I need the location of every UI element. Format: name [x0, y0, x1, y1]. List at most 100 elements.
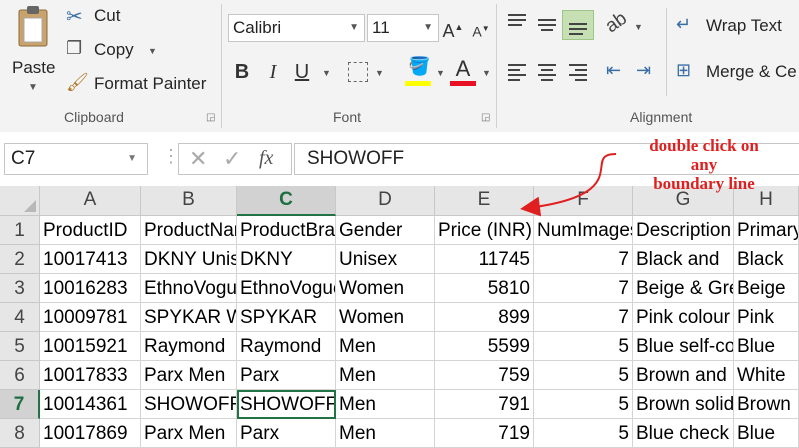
row-header-5[interactable]: 5 — [0, 332, 40, 361]
insert-function-icon[interactable]: fx — [259, 147, 273, 170]
copy-button[interactable]: ❐ Copy ▼ — [66, 38, 166, 64]
paste-button[interactable]: Paste ▼ — [4, 2, 60, 102]
table-cell[interactable]: Parx Men — [141, 419, 237, 448]
chevron-down-icon[interactable]: ▼ — [634, 22, 643, 32]
table-cell[interactable]: 5 — [534, 390, 633, 419]
name-box[interactable]: C7 ▼ — [4, 143, 148, 175]
table-cell[interactable]: PrimaryColor — [734, 216, 799, 245]
shrink-font-button[interactable]: A▼ — [470, 14, 492, 47]
table-cell[interactable]: 5 — [534, 361, 633, 390]
table-cell[interactable]: Black — [734, 245, 799, 274]
table-cell[interactable]: 10009781 — [40, 303, 141, 332]
enter-icon[interactable]: ✓ — [223, 146, 241, 172]
table-cell[interactable]: Parx — [237, 419, 336, 448]
table-cell[interactable]: Parx — [237, 361, 336, 390]
table-cell[interactable]: 7 — [534, 303, 633, 332]
align-right-icon[interactable] — [567, 62, 589, 82]
table-cell[interactable]: Price (INR) — [435, 216, 534, 245]
row-header-7[interactable]: 7 — [0, 390, 40, 419]
underline-button[interactable]: U — [292, 57, 312, 87]
select-all-corner[interactable] — [0, 186, 40, 216]
table-cell[interactable]: 10017413 — [40, 245, 141, 274]
table-cell[interactable]: 899 — [435, 303, 534, 332]
column-header-b[interactable]: B — [141, 186, 237, 216]
table-cell[interactable]: Parx Men — [141, 361, 237, 390]
table-cell[interactable]: 7 — [534, 274, 633, 303]
table-cell[interactable]: Brown and — [633, 361, 734, 390]
table-cell[interactable]: Beige — [734, 274, 799, 303]
row-header-3[interactable]: 3 — [0, 274, 40, 303]
align-top-icon[interactable] — [506, 12, 528, 32]
table-cell[interactable]: 5599 — [435, 332, 534, 361]
table-cell[interactable]: ProductBrand — [237, 216, 336, 245]
table-cell[interactable]: Beige & Grey — [633, 274, 734, 303]
chevron-down-icon[interactable]: ▼ — [375, 68, 384, 78]
active-cell[interactable]: SHOWOFF — [237, 390, 336, 419]
orientation-icon[interactable]: ab — [602, 8, 632, 38]
table-cell[interactable]: Raymond — [141, 332, 237, 361]
table-cell[interactable]: White — [734, 361, 799, 390]
bold-button[interactable]: B — [232, 57, 252, 87]
table-cell[interactable]: Pink — [734, 303, 799, 332]
table-cell[interactable]: Description — [633, 216, 734, 245]
table-cell[interactable]: SPYKAR — [237, 303, 336, 332]
font-color-button[interactable]: A — [449, 54, 477, 88]
table-cell[interactable]: SPYKAR Women — [141, 303, 237, 332]
table-cell[interactable]: Gender — [336, 216, 435, 245]
table-cell[interactable]: 5 — [534, 332, 633, 361]
table-cell[interactable]: ProductName — [141, 216, 237, 245]
table-cell[interactable]: DKNY Unisex — [141, 245, 237, 274]
table-cell[interactable]: Brown solid — [633, 390, 734, 419]
align-left-icon[interactable] — [506, 62, 528, 82]
table-cell[interactable]: 759 — [435, 361, 534, 390]
table-cell[interactable]: NumImages — [534, 216, 633, 245]
italic-button[interactable]: I — [263, 57, 283, 87]
table-cell[interactable]: Blue — [734, 332, 799, 361]
table-cell[interactable]: 7 — [534, 245, 633, 274]
column-header-c[interactable]: C — [237, 186, 336, 216]
row-header-4[interactable]: 4 — [0, 303, 40, 332]
table-cell[interactable]: Men — [336, 361, 435, 390]
borders-icon[interactable] — [348, 62, 368, 82]
table-cell[interactable]: SHOWOFF — [141, 390, 237, 419]
table-cell[interactable]: 10014361 — [40, 390, 141, 419]
table-cell[interactable]: 5 — [534, 419, 633, 448]
clipboard-dialog-launcher-icon[interactable]: ◲ — [206, 112, 215, 123]
table-cell[interactable]: Blue check — [633, 419, 734, 448]
table-cell[interactable]: Pink colour — [633, 303, 734, 332]
fill-color-button[interactable]: 🪣 — [403, 56, 433, 88]
table-cell[interactable]: Women — [336, 303, 435, 332]
table-cell[interactable]: 719 — [435, 419, 534, 448]
table-cell[interactable]: 791 — [435, 390, 534, 419]
table-cell[interactable]: Men — [336, 390, 435, 419]
font-size-combo[interactable]: 11 ▼ — [367, 14, 439, 42]
align-middle-icon[interactable] — [536, 14, 558, 34]
table-cell[interactable]: Black and — [633, 245, 734, 274]
row-header-1[interactable]: 1 — [0, 216, 40, 245]
align-center-icon[interactable] — [536, 62, 558, 82]
format-painter-button[interactable]: 🖌 Format Painter — [66, 72, 216, 98]
table-cell[interactable]: EthnoVogue — [141, 274, 237, 303]
chevron-down-icon[interactable]: ▼ — [322, 68, 331, 78]
font-name-combo[interactable]: Calibri ▼ — [228, 14, 365, 42]
table-cell[interactable]: 10017833 — [40, 361, 141, 390]
table-cell[interactable]: Unisex — [336, 245, 435, 274]
table-cell[interactable]: Blue — [734, 419, 799, 448]
table-cell[interactable]: Men — [336, 332, 435, 361]
table-cell[interactable]: 11745 — [435, 245, 534, 274]
table-cell[interactable]: 10016283 — [40, 274, 141, 303]
row-header-6[interactable]: 6 — [0, 361, 40, 390]
table-cell[interactable]: Women — [336, 274, 435, 303]
grow-font-button[interactable]: A▲ — [442, 12, 464, 46]
row-header-8[interactable]: 8 — [0, 419, 40, 448]
column-header-d[interactable]: D — [336, 186, 435, 216]
table-cell[interactable]: Men — [336, 419, 435, 448]
chevron-down-icon[interactable]: ▼ — [436, 68, 445, 78]
row-header-2[interactable]: 2 — [0, 245, 40, 274]
table-cell[interactable]: DKNY — [237, 245, 336, 274]
table-cell[interactable]: 5810 — [435, 274, 534, 303]
table-cell[interactable]: Blue self-col — [633, 332, 734, 361]
table-cell[interactable]: Brown — [734, 390, 799, 419]
increase-indent-icon[interactable]: ⇥ — [636, 60, 651, 81]
decrease-indent-icon[interactable]: ⇤ — [606, 60, 621, 81]
